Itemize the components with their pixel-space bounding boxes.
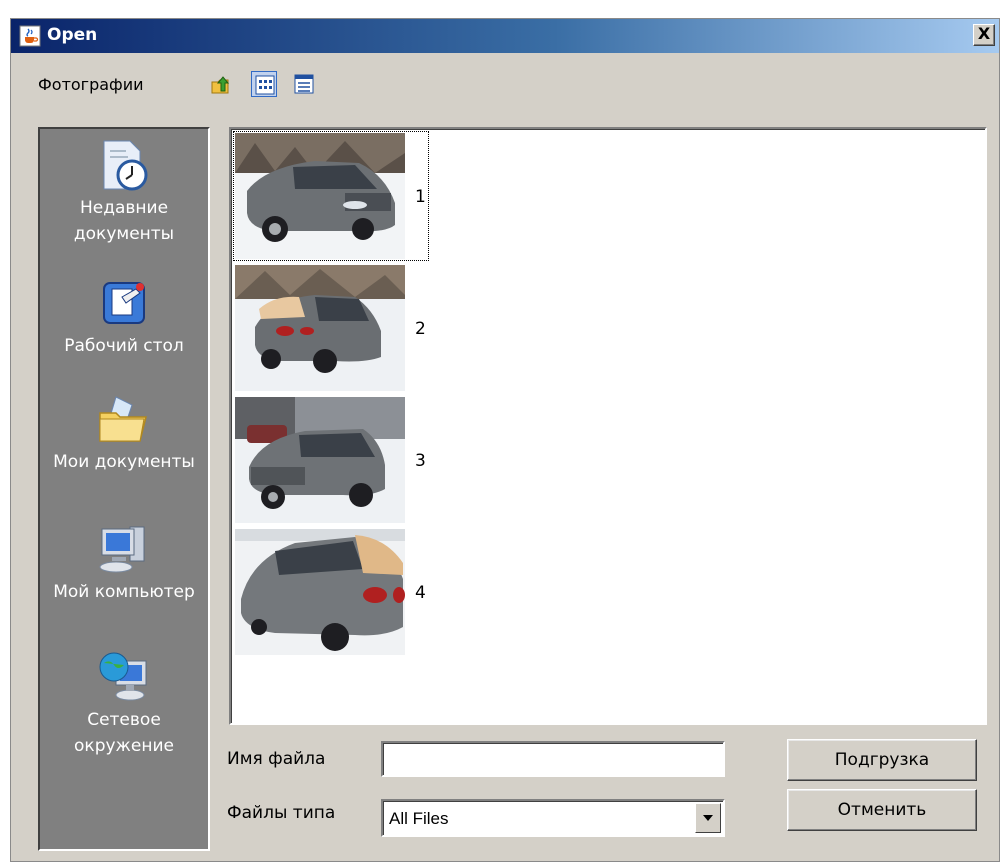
close-button[interactable]: X bbox=[973, 24, 995, 46]
photo-thumbnail bbox=[235, 133, 405, 259]
current-folder-label: Фотографии bbox=[38, 75, 144, 94]
file-item[interactable]: 2 bbox=[233, 263, 429, 393]
place-label: Недавние документы bbox=[73, 198, 175, 244]
load-button[interactable]: Подгрузка bbox=[787, 739, 977, 781]
filename-label: Имя файла bbox=[227, 749, 326, 769]
file-item[interactable]: 1 bbox=[233, 131, 429, 261]
chevron-down-icon bbox=[703, 815, 713, 821]
file-name: 4 bbox=[415, 583, 426, 603]
place-my-computer[interactable]: Мой компьютер bbox=[40, 521, 208, 605]
place-label: Мои документы bbox=[53, 452, 195, 472]
place-network[interactable]: Сетевое окружение bbox=[40, 649, 208, 759]
java-cup-icon bbox=[19, 25, 41, 47]
filetype-value: All Files bbox=[389, 809, 449, 828]
up-folder-button[interactable] bbox=[207, 71, 233, 97]
photo-thumbnail bbox=[235, 397, 405, 523]
filetype-select[interactable]: All Files bbox=[381, 799, 725, 837]
place-label: Мой компьютер bbox=[53, 582, 195, 602]
place-my-documents[interactable]: Мои документы bbox=[40, 391, 208, 475]
photo-thumbnail bbox=[235, 265, 405, 391]
filename-input[interactable] bbox=[381, 741, 725, 777]
file-name: 2 bbox=[415, 319, 426, 339]
list-view-button[interactable] bbox=[251, 71, 277, 97]
file-name: 3 bbox=[415, 451, 426, 471]
list-view-icon bbox=[255, 75, 275, 95]
place-label: Рабочий стол bbox=[64, 336, 184, 356]
details-view-button[interactable] bbox=[291, 71, 317, 97]
window-title: Open bbox=[47, 25, 98, 45]
place-label: Сетевое окружение bbox=[74, 710, 174, 756]
filetype-label: Файлы типа bbox=[227, 803, 336, 823]
desktop-icon bbox=[96, 275, 152, 331]
up-folder-icon bbox=[211, 76, 230, 94]
close-icon: X bbox=[977, 24, 991, 43]
place-desktop[interactable]: Рабочий стол bbox=[40, 275, 208, 359]
recent-documents-icon bbox=[96, 137, 152, 193]
my-documents-icon bbox=[96, 391, 152, 447]
file-item[interactable]: 3 bbox=[233, 395, 429, 525]
cancel-button[interactable]: Отменить bbox=[787, 789, 977, 831]
place-recent-documents[interactable]: Недавние документы bbox=[40, 137, 208, 247]
network-icon bbox=[96, 649, 152, 705]
open-dialog: Open X Фотографии Недавние документы Раб… bbox=[10, 18, 1000, 862]
file-list[interactable]: 1 2 3 4 bbox=[229, 127, 987, 725]
photo-thumbnail bbox=[235, 529, 405, 655]
file-name: 1 bbox=[415, 187, 426, 207]
dropdown-button[interactable] bbox=[695, 803, 721, 833]
details-view-icon bbox=[294, 74, 314, 94]
file-item[interactable]: 4 bbox=[233, 527, 429, 657]
title-bar[interactable]: Open X bbox=[11, 19, 999, 53]
my-computer-icon bbox=[96, 521, 152, 577]
places-bar: Недавние документы Рабочий стол Мои доку… bbox=[38, 127, 210, 851]
